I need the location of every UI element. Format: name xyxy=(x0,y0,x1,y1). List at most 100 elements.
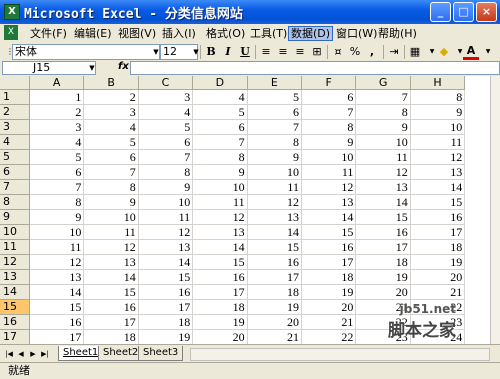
cell[interactable]: 11 xyxy=(302,165,357,180)
cell[interactable]: 14 xyxy=(138,255,194,270)
column-header-h[interactable]: H xyxy=(410,76,466,90)
row-header[interactable]: 13 xyxy=(0,270,30,285)
cell[interactable]: 11 xyxy=(193,195,248,210)
cell[interactable]: 6 xyxy=(302,90,357,105)
close-button[interactable]: × xyxy=(476,2,497,22)
cell[interactable]: 19 xyxy=(193,315,248,330)
menu-tools[interactable]: 工具(T) xyxy=(248,26,289,41)
cell[interactable]: 6 xyxy=(193,120,248,135)
align-left-icon[interactable]: ≡ xyxy=(258,44,274,60)
cell[interactable]: 3 xyxy=(84,105,139,120)
cell[interactable]: 9 xyxy=(410,105,466,120)
cell[interactable]: 18 xyxy=(302,270,357,285)
row-header[interactable]: 2 xyxy=(0,105,30,120)
cell[interactable]: 11 xyxy=(356,150,411,165)
column-header-c[interactable]: C xyxy=(138,76,194,90)
align-center-icon[interactable]: ≡ xyxy=(275,44,291,60)
cell[interactable]: 14 xyxy=(84,270,139,285)
cell[interactable]: 20 xyxy=(302,300,357,315)
cell[interactable]: 7 xyxy=(138,150,194,165)
font-color-button[interactable]: A xyxy=(463,44,479,60)
cell[interactable]: 21 xyxy=(247,330,302,345)
cell[interactable]: 13 xyxy=(193,225,248,240)
cell[interactable]: 19 xyxy=(138,330,194,345)
bold-button[interactable]: B xyxy=(203,44,219,60)
cell[interactable]: 7 xyxy=(356,90,411,105)
row-header[interactable]: 16 xyxy=(0,315,30,330)
cell[interactable]: 12 xyxy=(302,180,357,195)
indent-icon[interactable]: ⇥ xyxy=(386,44,402,60)
cell[interactable]: 7 xyxy=(247,120,302,135)
cell[interactable]: 16 xyxy=(138,285,194,300)
cell[interactable]: 15 xyxy=(138,270,194,285)
cell[interactable]: 16 xyxy=(247,255,302,270)
row-header[interactable]: 17 xyxy=(0,330,30,345)
cell[interactable]: 13 xyxy=(84,255,139,270)
cell[interactable]: 10 xyxy=(356,135,411,150)
cell[interactable]: 4 xyxy=(193,90,248,105)
cell[interactable]: 17 xyxy=(30,330,85,345)
cell[interactable]: 16 xyxy=(30,315,85,330)
cell[interactable]: 14 xyxy=(247,225,302,240)
merge-center-icon[interactable]: ⊞ xyxy=(309,44,325,60)
cell[interactable]: 17 xyxy=(193,285,248,300)
cell[interactable]: 21 xyxy=(302,315,357,330)
cell[interactable]: 8 xyxy=(30,195,85,210)
cell[interactable]: 9 xyxy=(138,180,194,195)
title-bar[interactable]: X Microsoft Excel - 分类信息网站 _ □ × xyxy=(0,0,500,24)
cell[interactable]: 6 xyxy=(30,165,85,180)
comma-button[interactable]: , xyxy=(364,44,380,60)
cell[interactable]: 17 xyxy=(138,300,194,315)
cell[interactable]: 12 xyxy=(410,150,466,165)
italic-button[interactable]: I xyxy=(220,44,236,60)
cell[interactable]: 6 xyxy=(138,135,194,150)
row-header[interactable]: 8 xyxy=(0,195,30,210)
cell[interactable]: 18 xyxy=(138,315,194,330)
cell[interactable]: 10 xyxy=(30,225,85,240)
cell[interactable]: 8 xyxy=(302,120,357,135)
menu-data[interactable]: 数据(D) xyxy=(288,26,334,41)
first-sheet-icon[interactable]: |◀ xyxy=(4,348,14,360)
row-header[interactable]: 12 xyxy=(0,255,30,270)
cell[interactable]: 5 xyxy=(30,150,85,165)
cell[interactable]: 7 xyxy=(84,165,139,180)
cell[interactable]: 8 xyxy=(138,165,194,180)
cell[interactable]: 11 xyxy=(30,240,85,255)
cell[interactable]: 9 xyxy=(30,210,85,225)
row-header[interactable]: 7 xyxy=(0,180,30,195)
cell[interactable]: 2 xyxy=(30,105,85,120)
cell[interactable]: 5 xyxy=(84,135,139,150)
cell[interactable]: 7 xyxy=(302,105,357,120)
cell[interactable]: 19 xyxy=(302,285,357,300)
tab-sheet2[interactable]: Sheet2 xyxy=(98,346,144,361)
name-box[interactable]: J15 xyxy=(2,61,96,75)
menu-window[interactable]: 窗口(W) xyxy=(334,26,379,41)
cell[interactable]: 1 xyxy=(30,90,85,105)
chevron-down-icon[interactable]: ▼ xyxy=(84,61,100,75)
cell[interactable]: 14 xyxy=(302,210,357,225)
cell[interactable]: 12 xyxy=(247,195,302,210)
underline-button[interactable]: U xyxy=(237,44,253,60)
select-all-corner[interactable] xyxy=(0,76,30,90)
cell[interactable]: 22 xyxy=(302,330,357,345)
menu-view[interactable]: 视图(V) xyxy=(116,26,158,41)
cell[interactable]: 3 xyxy=(30,120,85,135)
cell[interactable]: 6 xyxy=(84,150,139,165)
cell[interactable]: 10 xyxy=(247,165,302,180)
column-header-f[interactable]: F xyxy=(302,76,357,90)
cell[interactable]: 19 xyxy=(247,300,302,315)
row-header[interactable]: 4 xyxy=(0,135,30,150)
tab-sheet3[interactable]: Sheet3 xyxy=(138,346,184,361)
cell[interactable]: 14 xyxy=(410,180,466,195)
cell[interactable]: 17 xyxy=(356,240,411,255)
document-icon[interactable]: X xyxy=(4,25,18,40)
chevron-down-icon[interactable]: ▼ xyxy=(480,44,496,60)
last-sheet-icon[interactable]: ▶| xyxy=(40,348,50,360)
cell[interactable]: 16 xyxy=(302,240,357,255)
insert-function-icon[interactable]: fx xyxy=(118,61,129,72)
next-sheet-icon[interactable]: ▶ xyxy=(28,348,38,360)
cell[interactable]: 11 xyxy=(247,180,302,195)
cell[interactable]: 4 xyxy=(84,120,139,135)
cell[interactable]: 7 xyxy=(30,180,85,195)
cell[interactable]: 9 xyxy=(302,135,357,150)
